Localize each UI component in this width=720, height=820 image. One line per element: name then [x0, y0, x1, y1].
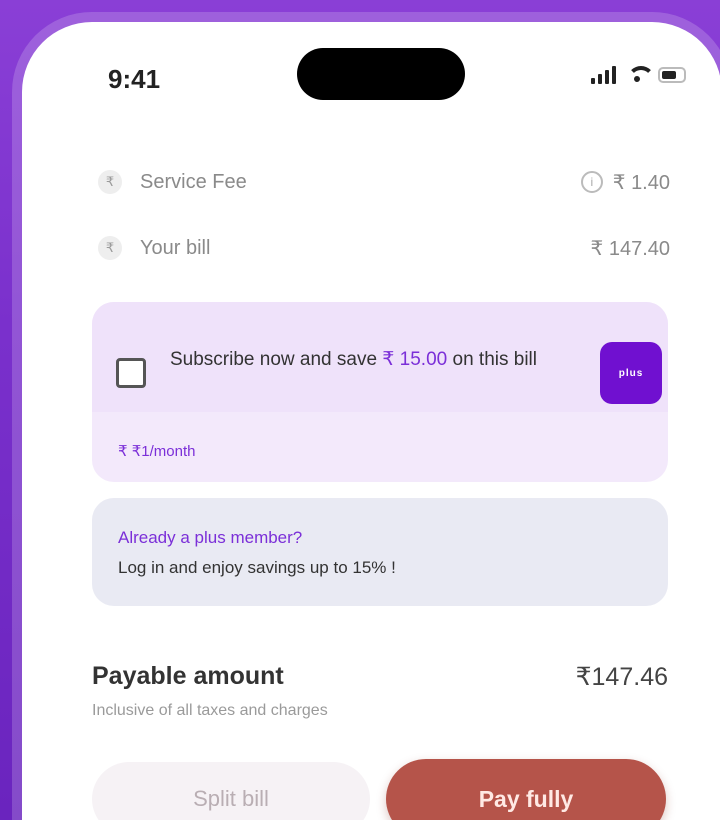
subscribe-checkbox[interactable]	[116, 358, 146, 388]
your-bill-value: ₹ 147.40	[590, 237, 670, 260]
your-bill-label: Your bill	[140, 236, 211, 259]
member-subtitle: Log in and enjoy savings up to 15% !	[118, 558, 396, 577]
plus-logo-text: plus	[618, 367, 644, 379]
battery-icon	[658, 67, 686, 83]
status-bar: 9:41	[22, 22, 720, 132]
phone-screen: 9:41 ₹ Service Fee i ₹ 1.40 ₹ Your bill …	[22, 22, 720, 820]
service-fee-row: ₹ Service Fee i ₹ 1.40	[98, 162, 670, 202]
service-fee-value-group: i ₹ 1.40	[580, 170, 670, 195]
payable-amount-subtext: Inclusive of all taxes and charges	[92, 702, 328, 719]
subscribe-card[interactable]: Subscribe now and save ₹ 15.00 on this b…	[92, 302, 668, 482]
plus-logo: plus	[600, 342, 662, 404]
rupee-badge-icon: ₹	[98, 236, 122, 260]
status-icons	[591, 66, 686, 84]
payable-amount-value: ₹147.46	[575, 663, 668, 691]
status-time: 9:41	[108, 64, 161, 94]
subscribe-price: ₹ ₹1/month	[118, 443, 196, 460]
your-bill-row: ₹ Your bill ₹ 147.40	[98, 228, 670, 268]
payable-amount-label: Payable amount	[92, 662, 284, 690]
pay-fully-button[interactable]: Pay fully	[386, 759, 666, 820]
wifi-icon	[626, 66, 655, 84]
subscribe-text-after: on this bill	[447, 349, 537, 370]
service-fee-value: ₹ 1.40	[612, 171, 670, 194]
service-fee-label: Service Fee	[140, 170, 247, 193]
rupee-badge-icon: ₹	[98, 170, 122, 194]
dynamic-island	[297, 48, 465, 100]
signal-icon	[591, 66, 616, 84]
member-title: Already a plus member?	[118, 528, 303, 547]
subscribe-save-amount: ₹ 15.00	[382, 349, 448, 370]
subscribe-text-before: Subscribe now and save	[170, 349, 383, 370]
split-bill-button[interactable]: Split bill	[92, 762, 370, 820]
info-icon[interactable]: i	[580, 171, 603, 193]
subscribe-text: Subscribe now and save ₹ 15.00 on this b…	[170, 346, 570, 374]
member-login-card[interactable]: Already a plus member? Log in and enjoy …	[92, 498, 668, 606]
